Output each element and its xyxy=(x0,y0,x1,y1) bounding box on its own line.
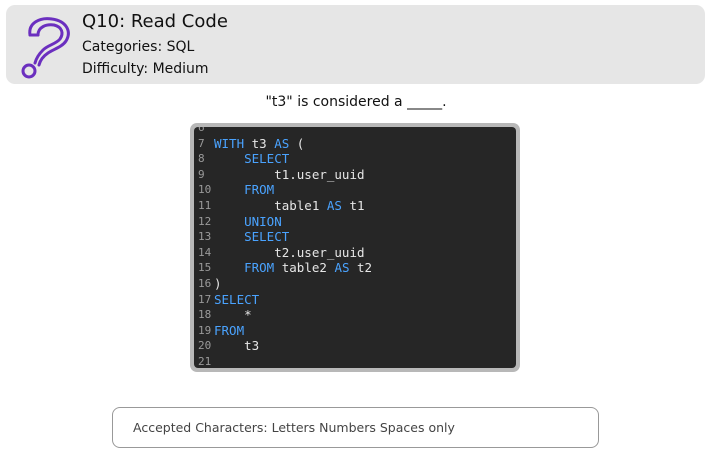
code-text: t1.user_uuid xyxy=(214,166,365,183)
code-line: 10 FROM xyxy=(194,182,516,198)
code-text: SELECT xyxy=(214,292,259,308)
line-number: 21 xyxy=(198,354,212,368)
question-prompt: "t3" is considered a _____. xyxy=(265,94,447,110)
code-keyword: SELECT xyxy=(244,151,290,167)
code-keyword: SELECT xyxy=(244,229,290,245)
code-text: t2.user_uuid xyxy=(214,244,365,261)
code-line: 13 SELECT xyxy=(194,229,516,245)
code-keyword: UNION xyxy=(244,213,282,229)
line-number: 11 xyxy=(198,198,212,212)
code-token: t2 xyxy=(349,260,373,276)
code-text: FROM xyxy=(214,323,244,339)
code-keyword: FROM xyxy=(244,260,275,276)
code-text: FROM xyxy=(214,182,274,198)
code-text: WITH t3 AS ( xyxy=(214,136,304,152)
code-keyword: AS xyxy=(274,135,290,151)
code-token: ) xyxy=(214,275,222,291)
question-difficulty: Difficulty: Medium xyxy=(82,61,209,77)
code-line: 21 xyxy=(194,354,516,368)
question-mark-icon xyxy=(21,17,70,79)
code-token: t3 xyxy=(214,338,260,354)
code-keyword: FROM xyxy=(214,322,245,338)
code-text: ) xyxy=(214,276,222,292)
code-token: * xyxy=(214,307,252,323)
code-window: 6 7 WITH t3 AS (8 SELECT 9 t1.user_uuid 10 F… xyxy=(190,123,520,372)
answer-placeholder: Accepted Characters: Letters Numbers Spa… xyxy=(133,420,455,435)
code-line: 16) xyxy=(194,276,516,292)
code-editor: 6 7 WITH t3 AS (8 SELECT 9 t1.user_uuid 10 F… xyxy=(194,127,516,368)
code-token: t3 xyxy=(244,135,275,151)
code-line: 18 * xyxy=(194,307,516,323)
question-categories: Categories: SQL xyxy=(82,39,195,55)
line-number: 20 xyxy=(198,339,212,353)
code-line: 6 xyxy=(194,127,516,136)
header-text: Q10: Read Code Categories: SQL Difficult… xyxy=(82,11,228,80)
line-number: 8 xyxy=(198,152,205,166)
code-line: 14 t2.user_uuid xyxy=(194,245,516,261)
code-keyword: AS xyxy=(326,197,342,213)
line-number: 15 xyxy=(198,261,212,275)
question-title: Q10: Read Code xyxy=(82,11,228,32)
code-line: 12 UNION xyxy=(194,214,516,230)
code-line: 8 SELECT xyxy=(194,151,516,167)
code-line: 11 table1 AS t1 xyxy=(194,198,516,214)
line-number: 14 xyxy=(198,245,212,259)
answer-input[interactable]: Accepted Characters: Letters Numbers Spa… xyxy=(112,407,599,448)
code-keyword: FROM xyxy=(244,182,275,198)
code-text: SELECT xyxy=(214,151,289,167)
code-text: FROM table2 AS t2 xyxy=(214,260,372,276)
line-number: 9 xyxy=(198,167,205,181)
code-line: 15 FROM table2 AS t2 xyxy=(194,260,516,276)
code-token: t1.user_uuid xyxy=(214,166,365,182)
code-token: table2 xyxy=(274,260,335,276)
line-number: 10 xyxy=(198,183,212,197)
code-lines: 6 7 WITH t3 AS (8 SELECT 9 t1.user_uuid 10 F… xyxy=(194,127,516,368)
code-line: 19 FROM xyxy=(194,323,516,339)
code-keyword: SELECT xyxy=(214,291,260,307)
code-token: ( xyxy=(289,135,305,151)
code-token: t2.user_uuid xyxy=(214,244,365,260)
line-number: 19 xyxy=(198,323,212,337)
line-number: 12 xyxy=(198,214,212,228)
code-text: table1 AS t1 xyxy=(214,197,365,214)
code-text: UNION xyxy=(214,214,282,230)
line-number: 16 xyxy=(198,276,212,290)
code-line: 9 t1.user_uuid xyxy=(194,167,516,183)
line-number: 6 xyxy=(198,127,205,134)
line-number: 7 xyxy=(198,136,205,150)
code-token: table1 xyxy=(214,197,327,213)
code-text: SELECT xyxy=(214,229,289,245)
code-keyword: WITH xyxy=(214,135,245,151)
code-keyword: AS xyxy=(334,260,350,276)
line-number: 17 xyxy=(198,292,212,306)
code-line: 20 t3 xyxy=(194,338,516,354)
code-text: * xyxy=(214,307,252,323)
line-number: 18 xyxy=(198,308,212,322)
code-token: t1 xyxy=(341,197,365,213)
code-text: t3 xyxy=(214,338,259,354)
question-header: Q10: Read Code Categories: SQL Difficult… xyxy=(6,5,705,84)
code-line: 7 WITH t3 AS ( xyxy=(194,136,516,152)
line-number: 13 xyxy=(198,230,212,244)
code-line: 17 SELECT xyxy=(194,292,516,308)
